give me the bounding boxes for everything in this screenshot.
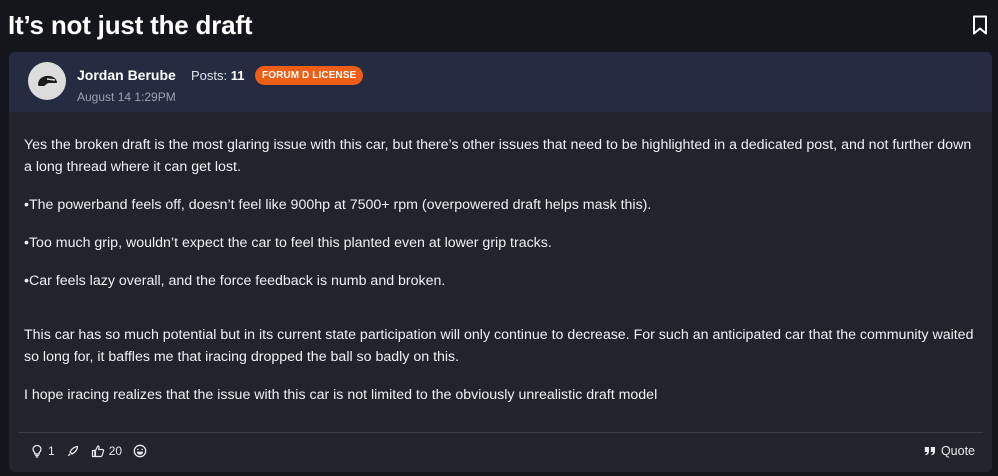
post-paragraph: •Car feels lazy overall, and the force f… <box>24 273 446 289</box>
post-body: Yes the broken draft is the most glaring… <box>24 134 974 422</box>
laugh-reaction[interactable] <box>133 444 147 458</box>
license-badge: FORUM D LICENSE <box>255 66 364 85</box>
post-paragraph: •The powerband feels off, doesn’t feel l… <box>24 197 652 213</box>
quote-button[interactable]: Quote <box>924 444 975 458</box>
post-paragraph: I hope iracing realizes that the issue w… <box>24 387 658 403</box>
like-count: 20 <box>108 444 123 458</box>
quote-label: Quote <box>940 444 975 458</box>
post-date[interactable]: August 14 1:29PM <box>77 90 176 104</box>
post-paragraph: •Too much grip, wouldn’t expect the car … <box>24 235 552 251</box>
post-paragraph: Yes the broken draft is the most glaring… <box>24 137 972 175</box>
rocket-icon <box>67 445 78 457</box>
lightbulb-count: 1 <box>48 444 55 458</box>
helmet-avatar-icon <box>38 75 57 86</box>
post-footer: 1 20 Quote <box>18 432 983 472</box>
lightbulb-icon <box>32 444 42 458</box>
like-reaction[interactable]: 20 <box>91 444 122 458</box>
post-card: Jordan Berube Posts: 11 FORUM D LICENSE … <box>9 52 992 472</box>
thread-title: It’s not just the draft <box>8 10 253 40</box>
quote-icon <box>924 447 935 456</box>
avatar[interactable] <box>28 62 66 100</box>
thumbs-up-icon <box>91 445 104 458</box>
reactions-bar: 1 20 <box>30 444 158 458</box>
post-count: Posts: 11 <box>191 68 245 83</box>
post-header: Jordan Berube Posts: 11 FORUM D LICENSE … <box>9 52 992 112</box>
posts-count: 11 <box>230 68 245 83</box>
lightbulb-reaction[interactable]: 1 <box>30 444 55 458</box>
post-paragraph: This car has so much potential but in it… <box>24 327 974 365</box>
author-name[interactable]: Jordan Berube <box>77 67 176 83</box>
rocket-reaction[interactable] <box>66 444 80 458</box>
posts-label: Posts: <box>191 68 228 83</box>
bookmark-icon[interactable] <box>972 15 988 35</box>
laugh-icon <box>133 444 147 458</box>
